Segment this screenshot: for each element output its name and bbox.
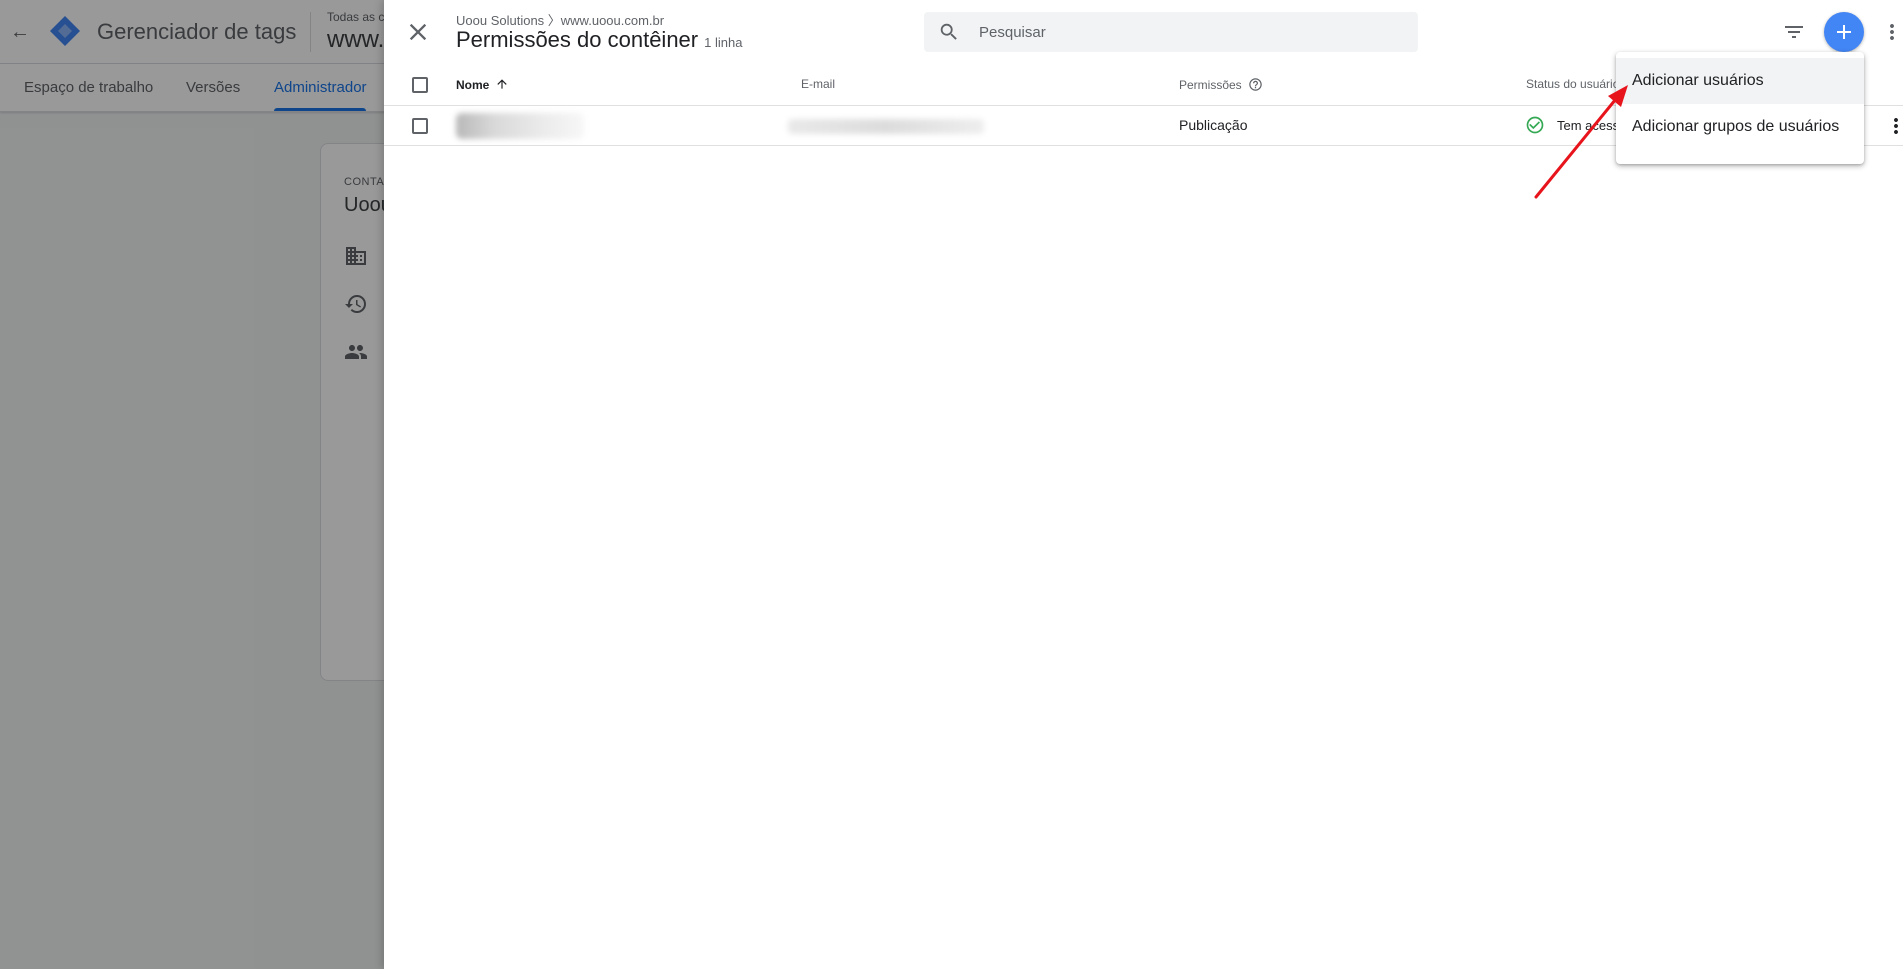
help-icon[interactable] bbox=[1248, 77, 1263, 92]
page-title: Permissões do contêiner bbox=[456, 27, 699, 52]
column-header-status[interactable]: Status do usuário bbox=[1526, 77, 1619, 91]
close-icon[interactable] bbox=[404, 18, 432, 46]
redacted-email bbox=[788, 119, 984, 134]
add-menu: Adicionar usuários Adicionar grupos de u… bbox=[1616, 52, 1864, 164]
column-header-permissions[interactable]: Permissões bbox=[1179, 77, 1263, 92]
search-input[interactable] bbox=[979, 12, 1399, 52]
add-button[interactable] bbox=[1824, 12, 1864, 52]
more-vert-icon[interactable] bbox=[1880, 20, 1903, 44]
search-icon bbox=[940, 23, 957, 40]
menu-item-add-user-groups[interactable]: Adicionar grupos de usuários bbox=[1616, 104, 1864, 150]
select-all-checkbox[interactable] bbox=[412, 77, 428, 93]
column-header-email[interactable]: E-mail bbox=[801, 77, 835, 91]
column-permissions-label: Permissões bbox=[1179, 78, 1242, 92]
row-more-vert-icon[interactable] bbox=[1884, 114, 1903, 138]
menu-item-add-users[interactable]: Adicionar usuários bbox=[1616, 58, 1864, 104]
filter-icon[interactable] bbox=[1782, 20, 1806, 44]
sort-arrow-up-icon bbox=[497, 79, 507, 89]
panel-title-wrap: Permissões do contêiner 1 linha bbox=[456, 27, 742, 53]
row-permission: Publicação bbox=[1179, 117, 1248, 133]
column-name-label: Nome bbox=[456, 78, 490, 92]
row-count: 1 linha bbox=[704, 35, 743, 50]
plus-icon bbox=[1837, 25, 1851, 39]
column-header-name[interactable]: Nome bbox=[456, 77, 509, 92]
search-box[interactable] bbox=[924, 12, 1418, 52]
check-circle-icon bbox=[1526, 116, 1544, 134]
redacted-name bbox=[456, 113, 584, 139]
row-checkbox[interactable] bbox=[412, 118, 428, 134]
